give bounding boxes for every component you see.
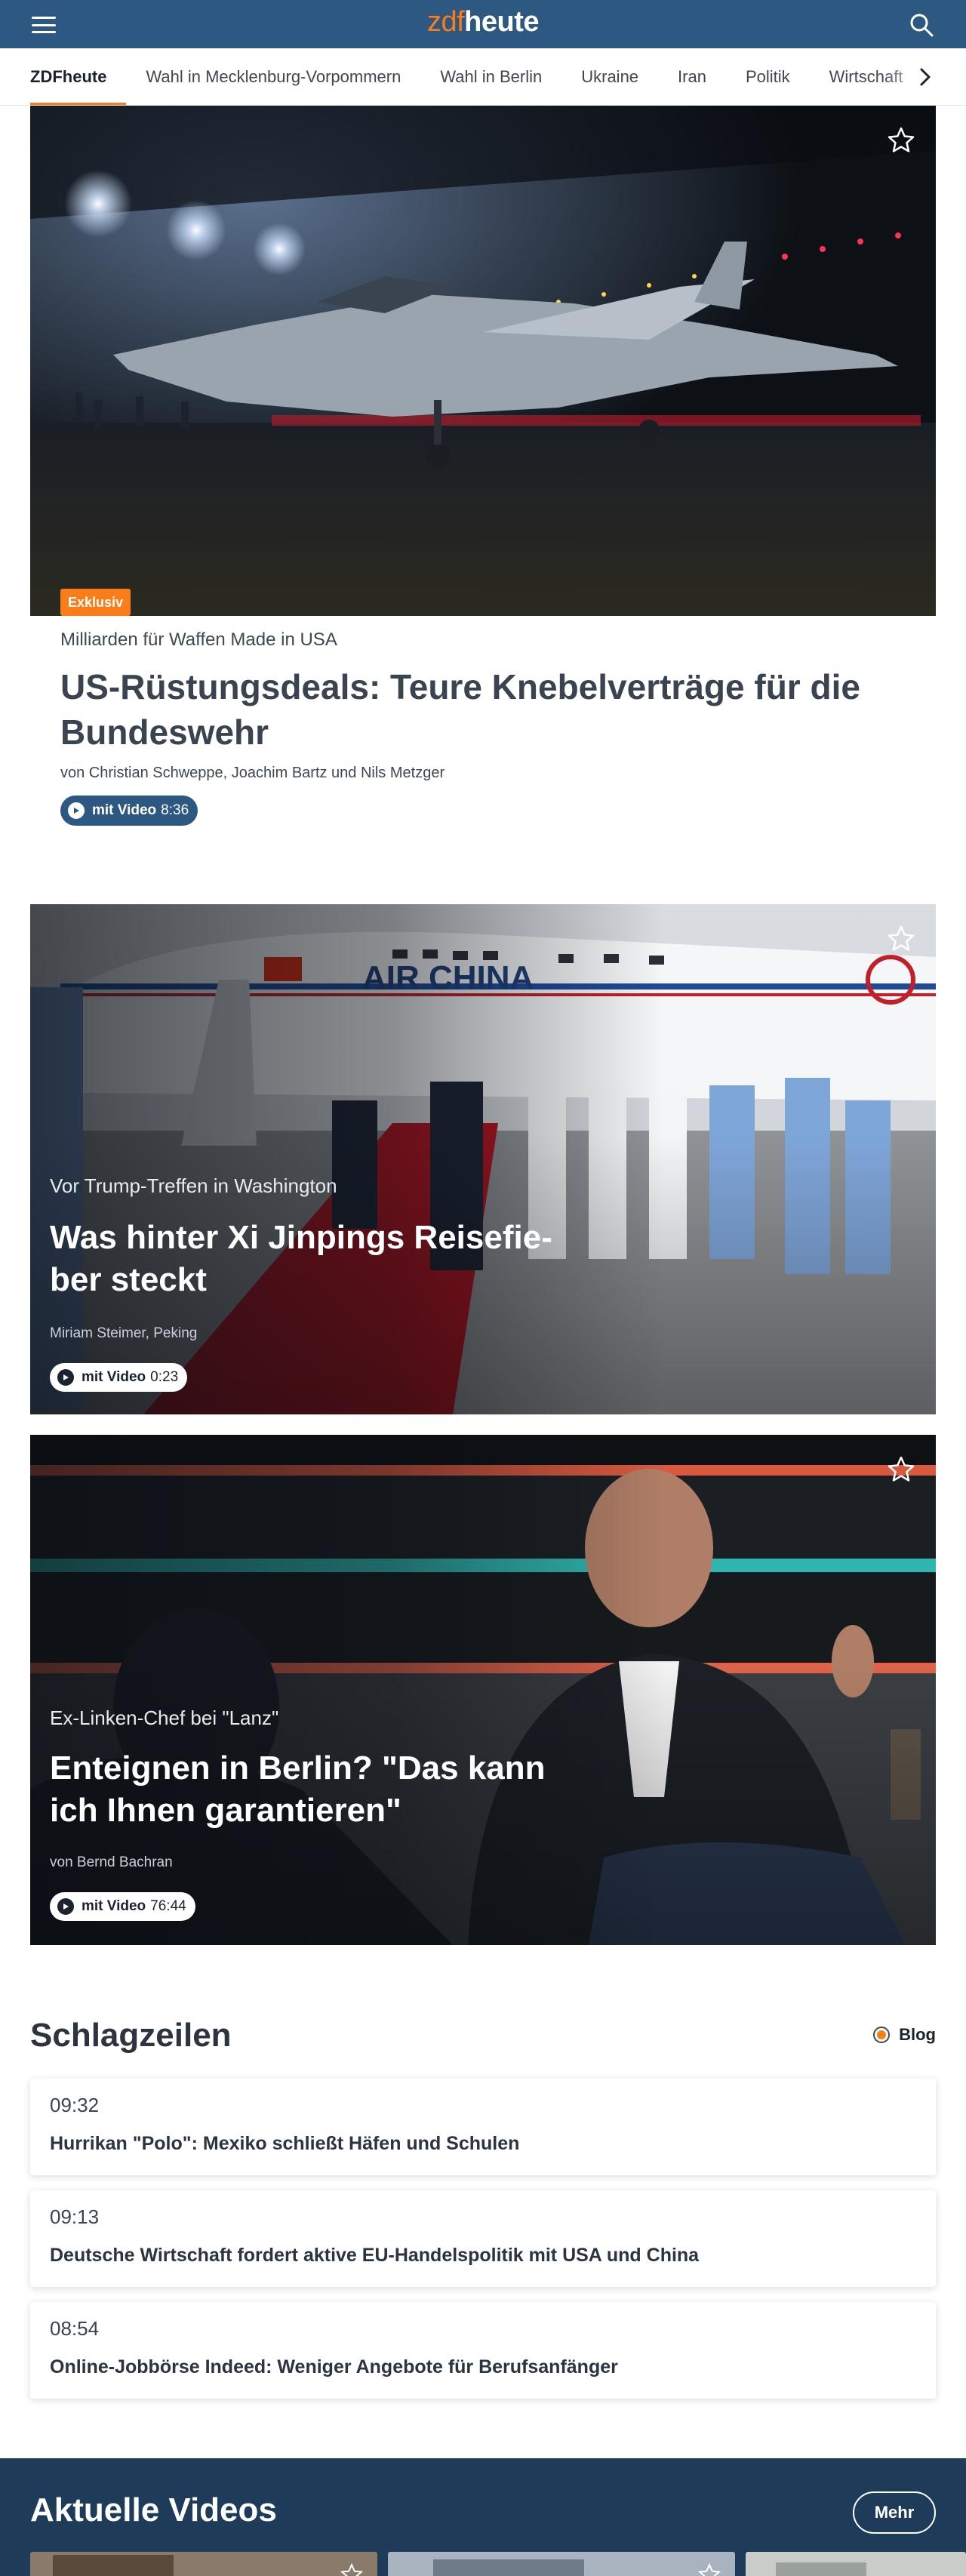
teaser-card[interactable]: Ex-Linken-Chef bei "Lanz" Enteignen in B… bbox=[30, 1435, 936, 1945]
teaser-kicker: Ex-Linken-Chef bei "Lanz" bbox=[50, 1707, 279, 1729]
nav-item-wahl-berlin[interactable]: Wahl in Berlin bbox=[420, 48, 561, 105]
video-thumbnail[interactable] bbox=[30, 2552, 377, 2576]
hero-kicker: Milliarden für Waffen Made in USA bbox=[60, 629, 337, 650]
nav-item-wahl-mv[interactable]: Wahl in Mecklenburg-Vorpommern bbox=[126, 48, 420, 105]
videos-section: Aktuelle Videos Mehr bbox=[0, 2458, 966, 2576]
video-label: mit Video bbox=[82, 1898, 146, 1914]
star-icon[interactable] bbox=[886, 924, 916, 954]
video-duration: 0:23 bbox=[150, 1369, 179, 1385]
logo-heute: heute bbox=[464, 6, 540, 38]
headline-item[interactable]: 08:54 Online-Jobbörse Indeed: Weniger An… bbox=[30, 2302, 936, 2399]
nav-item-politik[interactable]: Politik bbox=[726, 48, 810, 105]
exclusive-badge: Exklusiv bbox=[60, 589, 131, 616]
video-label: mit Video bbox=[92, 802, 157, 818]
logo-zdf: zdf bbox=[426, 6, 465, 38]
headline-text: Online-Jobbörse Indeed: Weniger Angebote… bbox=[50, 2356, 618, 2377]
headline-item[interactable]: 09:32 Hurrikan "Polo": Mexiko schließt H… bbox=[30, 2079, 936, 2175]
hero-image[interactable] bbox=[30, 106, 936, 616]
topic-navigation: ZDFheute Wahl in Mecklenburg-Vorpommern … bbox=[0, 48, 966, 106]
video-thumbnail[interactable] bbox=[746, 2552, 966, 2576]
nav-item-zdfheute[interactable]: ZDFheute bbox=[30, 48, 127, 105]
search-icon[interactable] bbox=[909, 12, 934, 38]
headlines-title: Schlagzeilen bbox=[30, 2017, 232, 2054]
headline-text: Deutsche Wirtschaft fordert aktive EU-Ha… bbox=[50, 2245, 700, 2266]
play-icon bbox=[68, 802, 85, 819]
chevron-right-icon[interactable] bbox=[915, 66, 936, 88]
headline-time: 09:32 bbox=[50, 2094, 100, 2116]
headline-time: 09:13 bbox=[50, 2205, 100, 2228]
headline-time: 08:54 bbox=[50, 2317, 100, 2340]
hero-video-button[interactable]: mit Video 8:36 bbox=[60, 796, 198, 826]
video-duration: 8:36 bbox=[161, 802, 189, 818]
video-thumbnail[interactable] bbox=[388, 2552, 735, 2576]
teaser-author: Miriam Steimer, Peking bbox=[50, 1325, 198, 1341]
hero-title[interactable]: US-Rüstungsdeals: Teure Knebelverträge f… bbox=[60, 664, 891, 755]
nav-item-iran[interactable]: Iran bbox=[658, 48, 726, 105]
video-label: mit Video bbox=[82, 1369, 146, 1385]
hero-author: von Christian Schweppe, Joachim Bartz un… bbox=[60, 765, 445, 781]
teaser-video-button[interactable]: mit Video 76:44 bbox=[50, 1892, 195, 1921]
teaser-author: von Bernd Bachran bbox=[50, 1854, 173, 1870]
logo[interactable]: zdfheute bbox=[0, 6, 966, 38]
star-icon[interactable] bbox=[697, 2562, 721, 2576]
teaser-video-button[interactable]: mit Video 0:23 bbox=[50, 1363, 188, 1392]
top-bar: zdfheute bbox=[0, 0, 966, 48]
nav-item-ukraine[interactable]: Ukraine bbox=[561, 48, 658, 105]
headline-item[interactable]: 09:13 Deutsche Wirtschaft fordert aktive… bbox=[30, 2190, 936, 2287]
blog-label: Blog bbox=[899, 2025, 936, 2044]
play-icon bbox=[57, 1898, 74, 1915]
star-icon[interactable] bbox=[886, 1454, 916, 1485]
blog-link[interactable]: Blog bbox=[873, 2025, 936, 2045]
headline-text: Hurrikan "Polo": Mexiko schließt Häfen u… bbox=[50, 2133, 520, 2154]
video-duration: 76:44 bbox=[150, 1898, 186, 1914]
teaser-title: Enteignen in Berlin? "Das kann ich Ihnen… bbox=[50, 1750, 546, 1829]
videos-title: Aktuelle Videos bbox=[30, 2491, 277, 2528]
star-icon[interactable] bbox=[886, 125, 916, 155]
star-icon[interactable] bbox=[340, 2562, 364, 2576]
teaser-title: Was hinter Xi Jinpings Reisefie­ber stec… bbox=[50, 1219, 552, 1298]
teaser-kicker: Vor Trump-Treffen in Washington bbox=[50, 1174, 337, 1197]
play-icon bbox=[57, 1369, 74, 1386]
live-dot-icon bbox=[873, 2027, 891, 2043]
more-videos-button[interactable]: Mehr bbox=[853, 2491, 936, 2534]
teaser-card[interactable]: AIR CHINA Vor Trump-Treffen in Washingto… bbox=[30, 904, 936, 1414]
